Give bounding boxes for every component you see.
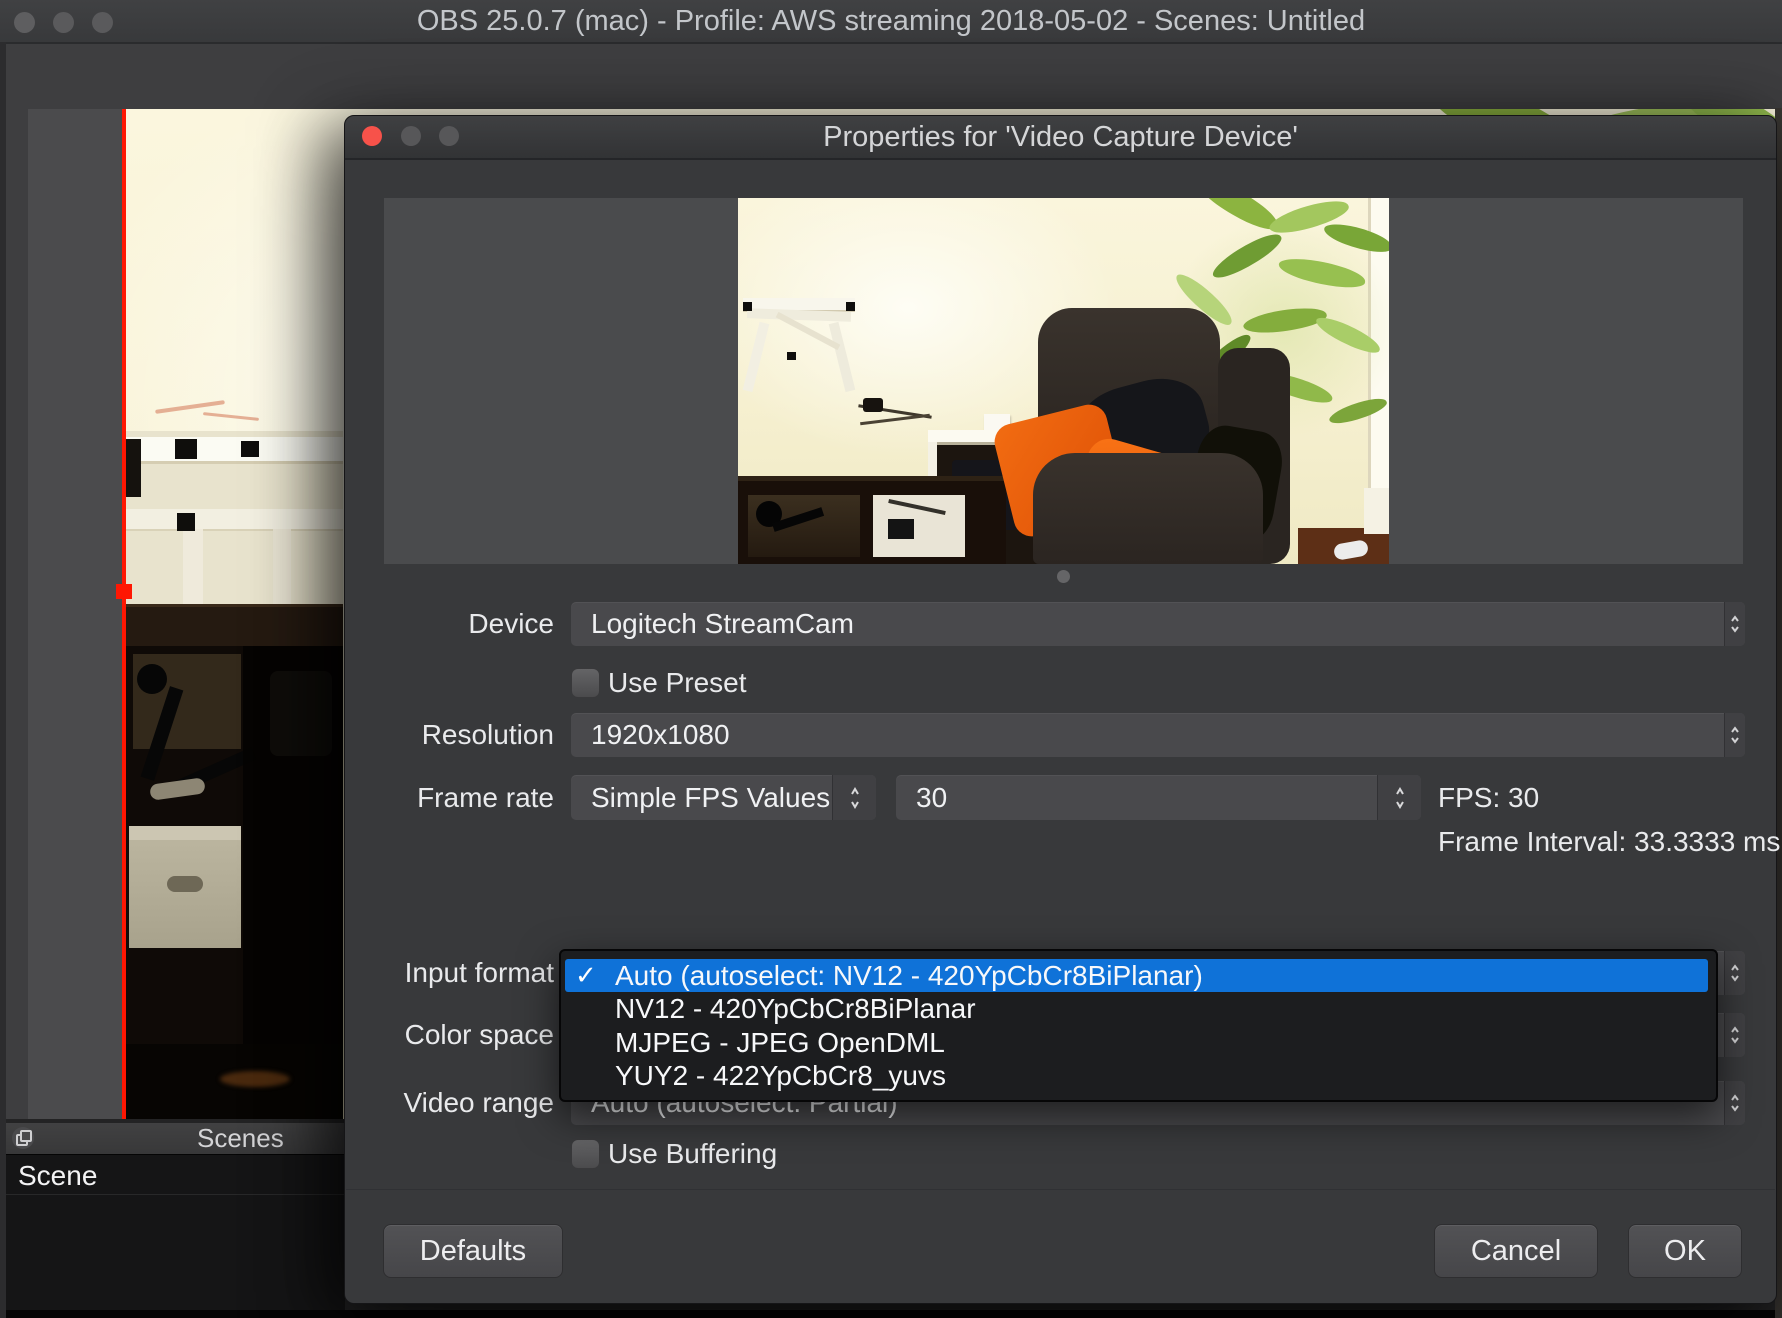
fps-value: 30	[916, 775, 947, 820]
chevron-updown-icon	[1724, 602, 1745, 646]
chevron-updown-icon	[1377, 775, 1421, 820]
main-window-title: OBS 25.0.7 (mac) - Profile: AWS streamin…	[0, 0, 1782, 42]
color-space-label: Color space	[345, 1013, 554, 1057]
use-preset-checkbox[interactable]	[571, 668, 600, 698]
dialog-titlebar: Properties for 'Video Capture Device'	[345, 116, 1776, 160]
frame-rate-mode-select[interactable]: Simple FPS Values	[571, 775, 876, 820]
input-format-popup: ✓ Auto (autoselect: NV12 - 420YpCbCr8BiP…	[559, 949, 1718, 1102]
chevron-updown-icon	[832, 775, 876, 820]
resolution-select[interactable]: 1920x1080	[571, 713, 1745, 757]
scenes-list: Scene	[0, 1154, 345, 1311]
dark-shelf	[738, 476, 1006, 564]
popup-item-nv12[interactable]: NV12 - 420YpCbCr8BiPlanar	[565, 992, 1708, 1025]
folding-table	[743, 298, 855, 393]
frame-rate-mode-value: Simple FPS Values	[591, 775, 830, 820]
scenes-panel-icon[interactable]	[12, 1127, 34, 1149]
use-buffering-label: Use Buffering	[608, 1139, 777, 1169]
popup-item-yuy2[interactable]: YUY2 - 422YpCbCr8_yuvs	[565, 1059, 1708, 1092]
use-buffering-checkbox[interactable]	[571, 1139, 600, 1169]
source-resize-handle[interactable]	[116, 584, 132, 599]
main-window-titlebar: OBS 25.0.7 (mac) - Profile: AWS streamin…	[0, 0, 1782, 44]
resolution-value: 1920x1080	[591, 713, 730, 757]
screen: OBS 25.0.7 (mac) - Profile: AWS streamin…	[0, 0, 1782, 1318]
properties-dialog: Properties for 'Video Capture Device'	[344, 115, 1777, 1304]
armchair-arm	[1033, 453, 1263, 564]
cancel-button[interactable]: Cancel	[1434, 1224, 1598, 1278]
popup-item-auto[interactable]: ✓ Auto (autoselect: NV12 - 420YpCbCr8BiP…	[565, 959, 1708, 992]
chevron-updown-icon	[1724, 713, 1745, 757]
device-label: Device	[345, 602, 554, 646]
frame-interval-info: Frame Interval: 33.3333 ms	[1438, 828, 1780, 856]
scenes-panel-title: Scenes	[197, 1123, 284, 1154]
chevron-updown-icon	[1724, 1013, 1745, 1057]
device-value: Logitech StreamCam	[591, 602, 854, 646]
fps-info: FPS: 30	[1438, 775, 1539, 820]
dialog-title: Properties for 'Video Capture Device'	[345, 116, 1776, 158]
scene-name: Scene	[18, 1158, 97, 1194]
checkmark-icon: ✓	[575, 959, 597, 992]
defaults-button[interactable]: Defaults	[383, 1224, 563, 1278]
chevron-updown-icon	[1724, 951, 1745, 995]
scenes-panel-header: Scenes	[0, 1123, 345, 1154]
fps-spinbox[interactable]: 30	[896, 775, 1421, 820]
resolution-label: Resolution	[345, 713, 554, 757]
scene-list-item[interactable]: Scene	[0, 1158, 345, 1195]
chevron-updown-icon	[1724, 1081, 1745, 1125]
device-select[interactable]: Logitech StreamCam	[571, 602, 1745, 646]
camera-preview-image	[738, 198, 1389, 564]
use-preset-label: Use Preset	[608, 668, 747, 698]
input-format-label: Input format	[345, 951, 554, 995]
source-selection-outline	[122, 109, 126, 1140]
popup-item-mjpeg[interactable]: MJPEG - JPEG OpenDML	[565, 1026, 1708, 1059]
video-range-label: Video range	[345, 1081, 554, 1125]
frame-rate-label: Frame rate	[345, 775, 554, 820]
preview-page-dot[interactable]	[1057, 570, 1070, 583]
ok-button[interactable]: OK	[1628, 1224, 1742, 1278]
shelf-interior	[125, 646, 343, 1044]
